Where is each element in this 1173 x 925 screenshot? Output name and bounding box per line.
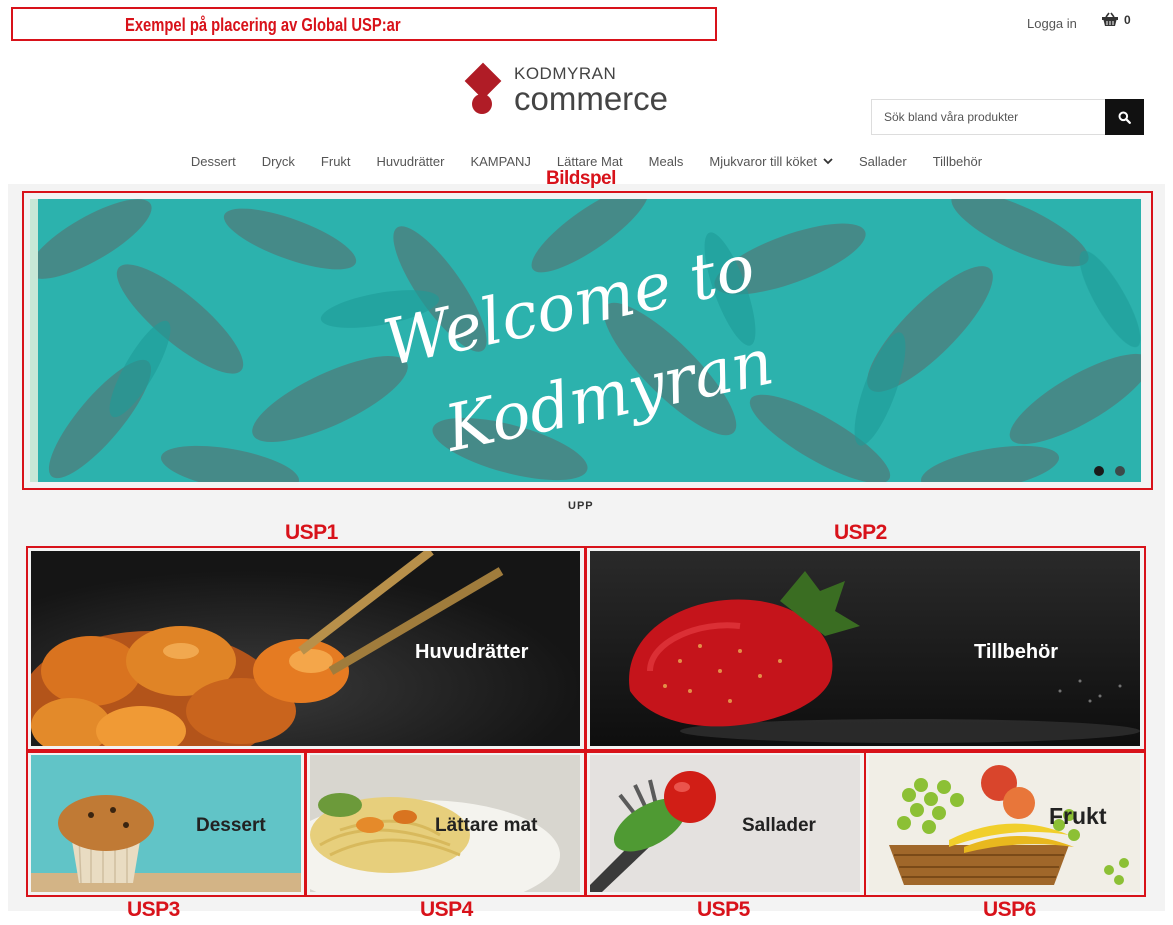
- usp3-annotation-label: USP3: [127, 898, 180, 921]
- usp4-annotation-label: USP4: [420, 898, 473, 921]
- usp1-annotation-label: USP1: [285, 521, 338, 544]
- search-input[interactable]: [871, 99, 1105, 135]
- chevron-down-icon: [823, 158, 833, 165]
- logo-line-2: commerce: [514, 80, 669, 117]
- nav-item-tillbehor[interactable]: Tillbehör: [920, 154, 995, 169]
- usp6-annotation-box: [864, 751, 1146, 897]
- nav-item-meals[interactable]: Meals: [636, 154, 697, 169]
- slide-dot-2[interactable]: [1115, 466, 1125, 476]
- nav-item-mjukvaror-label: Mjukvaror till köket: [709, 154, 817, 169]
- usp3-annotation-box: [26, 751, 306, 897]
- site-logo[interactable]: KODMYRAN commerce: [464, 62, 698, 122]
- usp5-annotation-label: USP5: [697, 898, 750, 921]
- slide-dot-1[interactable]: [1094, 466, 1104, 476]
- login-link[interactable]: Logga in: [1027, 16, 1077, 31]
- main-nav: Dessert Dryck Frukt Huvudrätter KAMPANJ …: [0, 154, 1173, 169]
- global-usp-label: Exempel på placering av Global USP:ar: [125, 15, 401, 35]
- upp-label: UPP: [568, 500, 594, 512]
- nav-item-dessert[interactable]: Dessert: [178, 154, 249, 169]
- search-button[interactable]: [1105, 99, 1144, 135]
- nav-item-huvudratter[interactable]: Huvudrätter: [364, 154, 458, 169]
- usp4-annotation-box: [305, 751, 586, 897]
- nav-item-sallader[interactable]: Sallader: [846, 154, 920, 169]
- nav-item-kampanj[interactable]: KAMPANJ: [457, 154, 543, 169]
- basket-icon: [1102, 12, 1118, 26]
- hero-slideshow[interactable]: Welcome to Kodmyran: [30, 199, 1141, 482]
- nav-item-dryck[interactable]: Dryck: [249, 154, 308, 169]
- search-icon: [1118, 111, 1131, 124]
- nav-item-mjukvaror[interactable]: Mjukvaror till köket: [696, 154, 846, 169]
- nav-item-lattare-mat[interactable]: Lättare Mat: [544, 154, 636, 169]
- usp2-annotation-box: [585, 546, 1146, 751]
- cart-count: 0: [1124, 12, 1131, 27]
- nav-item-frukt[interactable]: Frukt: [308, 154, 364, 169]
- welcome-text-overlay: Welcome to Kodmyran: [378, 231, 780, 467]
- usp6-annotation-label: USP6: [983, 898, 1036, 921]
- slideshow-annotation-label: Bildspel: [546, 168, 616, 189]
- usp2-annotation-label: USP2: [834, 521, 887, 544]
- usp1-annotation-box: [26, 546, 586, 751]
- global-usp-annotation: Exempel på placering av Global USP:ar: [11, 7, 717, 41]
- search-bar: [871, 99, 1144, 135]
- cart-button[interactable]: 0: [1101, 12, 1131, 27]
- usp5-annotation-box: [585, 751, 866, 897]
- logo-circle-shape: [472, 94, 492, 114]
